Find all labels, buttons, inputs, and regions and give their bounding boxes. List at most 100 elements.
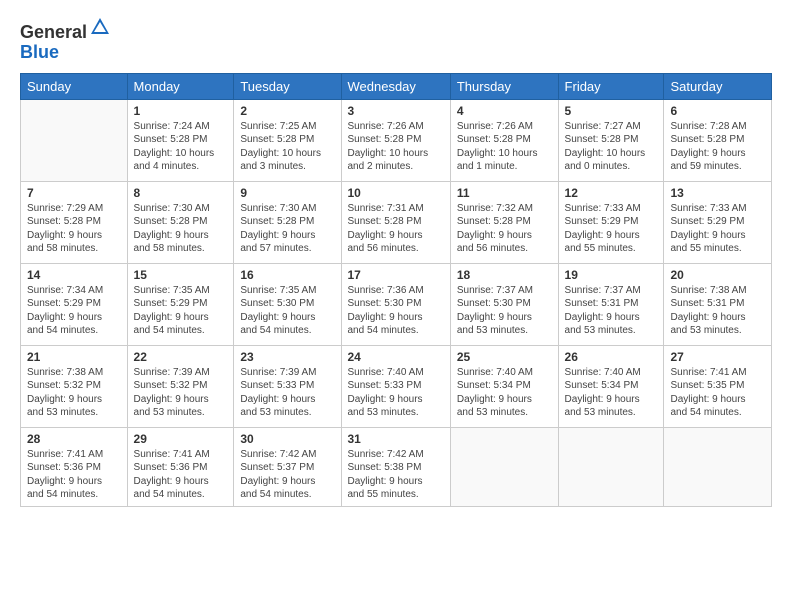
weekday-header-thursday: Thursday bbox=[450, 73, 558, 99]
day-info: Sunrise: 7:41 AM Sunset: 5:35 PM Dayligh… bbox=[670, 366, 765, 420]
calendar-container: General Blue SundayMondayTuesdayWednesda… bbox=[0, 0, 792, 612]
calendar-cell bbox=[664, 427, 772, 506]
calendar-cell: 19Sunrise: 7:37 AM Sunset: 5:31 PM Dayli… bbox=[558, 263, 664, 345]
calendar-cell: 25 Sunrise: 7:40 AM Sunset: 5:34 PM Dayli… bbox=[450, 345, 558, 427]
day-number: 8 bbox=[134, 186, 228, 200]
logo-general-text: General bbox=[20, 22, 87, 42]
day-info: Sunrise: 7:38 AM Sunset: 5:32 PM Dayligh… bbox=[27, 366, 121, 420]
calendar-cell bbox=[21, 99, 128, 181]
calendar-cell: 9 Sunrise: 7:30 AM Sunset: 5:28 PM Daylig… bbox=[234, 181, 341, 263]
day-number: 21 bbox=[27, 350, 121, 364]
weekday-header-monday: Monday bbox=[127, 73, 234, 99]
day-info: Sunrise: 7:24 AM Sunset: 5:28 PM Dayligh… bbox=[134, 120, 228, 174]
day-info: Sunrise: 7:36 AM Sunset: 5:30 PM Dayligh… bbox=[348, 284, 444, 338]
day-number: 31 bbox=[348, 432, 444, 446]
weekday-header-friday: Friday bbox=[558, 73, 664, 99]
day-info: Sunrise: 7:26 AM Sunset: 5:28 PM Dayligh… bbox=[457, 120, 552, 174]
calendar-cell: 23 Sunrise: 7:39 AM Sunset: 5:33 PM Dayli… bbox=[234, 345, 341, 427]
calendar-cell: 17Sunrise: 7:36 AM Sunset: 5:30 PM Dayli… bbox=[341, 263, 450, 345]
day-number: 28 bbox=[27, 432, 121, 446]
calendar-cell: 20 Sunrise: 7:38 AM Sunset: 5:31 PM Dayli… bbox=[664, 263, 772, 345]
day-info: Sunrise: 7:27 AM Sunset: 5:28 PM Dayligh… bbox=[565, 120, 658, 174]
day-info: Sunrise: 7:25 AM Sunset: 5:28 PM Dayligh… bbox=[240, 120, 334, 174]
weekday-header-wednesday: Wednesday bbox=[341, 73, 450, 99]
calendar-cell bbox=[450, 427, 558, 506]
day-info: Sunrise: 7:39 AM Sunset: 5:32 PM Dayligh… bbox=[134, 366, 228, 420]
day-info: Sunrise: 7:40 AM Sunset: 5:34 PM Dayligh… bbox=[457, 366, 552, 420]
calendar-cell: 8 Sunrise: 7:30 AM Sunset: 5:28 PM Daylig… bbox=[127, 181, 234, 263]
day-info: Sunrise: 7:40 AM Sunset: 5:34 PM Dayligh… bbox=[565, 366, 658, 420]
weekday-header-row: SundayMondayTuesdayWednesdayThursdayFrid… bbox=[21, 73, 772, 99]
calendar-cell: 18Sunrise: 7:37 AM Sunset: 5:30 PM Dayli… bbox=[450, 263, 558, 345]
calendar-cell: 12 Sunrise: 7:33 AM Sunset: 5:29 PM Dayli… bbox=[558, 181, 664, 263]
day-info: Sunrise: 7:42 AM Sunset: 5:37 PM Dayligh… bbox=[240, 448, 334, 502]
day-info: Sunrise: 7:26 AM Sunset: 5:28 PM Dayligh… bbox=[348, 120, 444, 174]
logo-icon bbox=[89, 16, 111, 38]
day-number: 25 bbox=[457, 350, 552, 364]
day-number: 6 bbox=[670, 104, 765, 118]
calendar-cell: 11 Sunrise: 7:32 AM Sunset: 5:28 PM Dayli… bbox=[450, 181, 558, 263]
day-info: Sunrise: 7:34 AM Sunset: 5:29 PM Dayligh… bbox=[27, 284, 121, 338]
calendar-cell: 27Sunrise: 7:41 AM Sunset: 5:35 PM Dayli… bbox=[664, 345, 772, 427]
weekday-header-sunday: Sunday bbox=[21, 73, 128, 99]
logo-blue-text: Blue bbox=[20, 42, 59, 62]
week-row-3: 14Sunrise: 7:34 AM Sunset: 5:29 PM Dayli… bbox=[21, 263, 772, 345]
week-row-2: 7 Sunrise: 7:29 AM Sunset: 5:28 PM Daylig… bbox=[21, 181, 772, 263]
day-number: 16 bbox=[240, 268, 334, 282]
day-number: 30 bbox=[240, 432, 334, 446]
day-number: 20 bbox=[670, 268, 765, 282]
day-info: Sunrise: 7:39 AM Sunset: 5:33 PM Dayligh… bbox=[240, 366, 334, 420]
day-info: Sunrise: 7:41 AM Sunset: 5:36 PM Dayligh… bbox=[27, 448, 121, 502]
logo: General Blue bbox=[20, 16, 111, 63]
calendar-cell: 13Sunrise: 7:33 AM Sunset: 5:29 PM Dayli… bbox=[664, 181, 772, 263]
weekday-header-tuesday: Tuesday bbox=[234, 73, 341, 99]
calendar-cell: 10Sunrise: 7:31 AM Sunset: 5:28 PM Dayli… bbox=[341, 181, 450, 263]
header: General Blue bbox=[20, 16, 772, 63]
day-number: 12 bbox=[565, 186, 658, 200]
calendar-cell bbox=[558, 427, 664, 506]
day-number: 4 bbox=[457, 104, 552, 118]
day-info: Sunrise: 7:29 AM Sunset: 5:28 PM Dayligh… bbox=[27, 202, 121, 256]
calendar-cell: 24Sunrise: 7:40 AM Sunset: 5:33 PM Dayli… bbox=[341, 345, 450, 427]
calendar-cell: 5 Sunrise: 7:27 AM Sunset: 5:28 PM Daylig… bbox=[558, 99, 664, 181]
day-info: Sunrise: 7:30 AM Sunset: 5:28 PM Dayligh… bbox=[134, 202, 228, 256]
day-info: Sunrise: 7:35 AM Sunset: 5:30 PM Dayligh… bbox=[240, 284, 334, 338]
calendar-cell: 31 Sunrise: 7:42 AM Sunset: 5:38 PM Dayli… bbox=[341, 427, 450, 506]
day-number: 3 bbox=[348, 104, 444, 118]
day-info: Sunrise: 7:30 AM Sunset: 5:28 PM Dayligh… bbox=[240, 202, 334, 256]
day-info: Sunrise: 7:40 AM Sunset: 5:33 PM Dayligh… bbox=[348, 366, 444, 420]
calendar-cell: 1Sunrise: 7:24 AM Sunset: 5:28 PM Daylig… bbox=[127, 99, 234, 181]
day-number: 29 bbox=[134, 432, 228, 446]
day-number: 18 bbox=[457, 268, 552, 282]
calendar-cell: 2 Sunrise: 7:25 AM Sunset: 5:28 PM Daylig… bbox=[234, 99, 341, 181]
day-info: Sunrise: 7:38 AM Sunset: 5:31 PM Dayligh… bbox=[670, 284, 765, 338]
day-info: Sunrise: 7:32 AM Sunset: 5:28 PM Dayligh… bbox=[457, 202, 552, 256]
day-info: Sunrise: 7:28 AM Sunset: 5:28 PM Dayligh… bbox=[670, 120, 765, 174]
day-info: Sunrise: 7:33 AM Sunset: 5:29 PM Dayligh… bbox=[565, 202, 658, 256]
calendar-cell: 14Sunrise: 7:34 AM Sunset: 5:29 PM Dayli… bbox=[21, 263, 128, 345]
calendar-cell: 7 Sunrise: 7:29 AM Sunset: 5:28 PM Daylig… bbox=[21, 181, 128, 263]
day-info: Sunrise: 7:41 AM Sunset: 5:36 PM Dayligh… bbox=[134, 448, 228, 502]
calendar-cell: 29 Sunrise: 7:41 AM Sunset: 5:36 PM Dayli… bbox=[127, 427, 234, 506]
day-number: 23 bbox=[240, 350, 334, 364]
day-number: 15 bbox=[134, 268, 228, 282]
weekday-header-saturday: Saturday bbox=[664, 73, 772, 99]
calendar-cell: 3 Sunrise: 7:26 AM Sunset: 5:28 PM Daylig… bbox=[341, 99, 450, 181]
day-number: 5 bbox=[565, 104, 658, 118]
day-number: 9 bbox=[240, 186, 334, 200]
day-info: Sunrise: 7:35 AM Sunset: 5:29 PM Dayligh… bbox=[134, 284, 228, 338]
week-row-5: 28 Sunrise: 7:41 AM Sunset: 5:36 PM Dayli… bbox=[21, 427, 772, 506]
calendar-table: SundayMondayTuesdayWednesdayThursdayFrid… bbox=[20, 73, 772, 507]
day-number: 2 bbox=[240, 104, 334, 118]
calendar-cell: 28 Sunrise: 7:41 AM Sunset: 5:36 PM Dayli… bbox=[21, 427, 128, 506]
calendar-cell: 21 Sunrise: 7:38 AM Sunset: 5:32 PM Dayli… bbox=[21, 345, 128, 427]
day-number: 11 bbox=[457, 186, 552, 200]
day-info: Sunrise: 7:37 AM Sunset: 5:31 PM Dayligh… bbox=[565, 284, 658, 338]
calendar-cell: 15 Sunrise: 7:35 AM Sunset: 5:29 PM Dayli… bbox=[127, 263, 234, 345]
day-number: 7 bbox=[27, 186, 121, 200]
day-info: Sunrise: 7:42 AM Sunset: 5:38 PM Dayligh… bbox=[348, 448, 444, 502]
week-row-1: 1Sunrise: 7:24 AM Sunset: 5:28 PM Daylig… bbox=[21, 99, 772, 181]
week-row-4: 21 Sunrise: 7:38 AM Sunset: 5:32 PM Dayli… bbox=[21, 345, 772, 427]
day-number: 10 bbox=[348, 186, 444, 200]
day-number: 13 bbox=[670, 186, 765, 200]
